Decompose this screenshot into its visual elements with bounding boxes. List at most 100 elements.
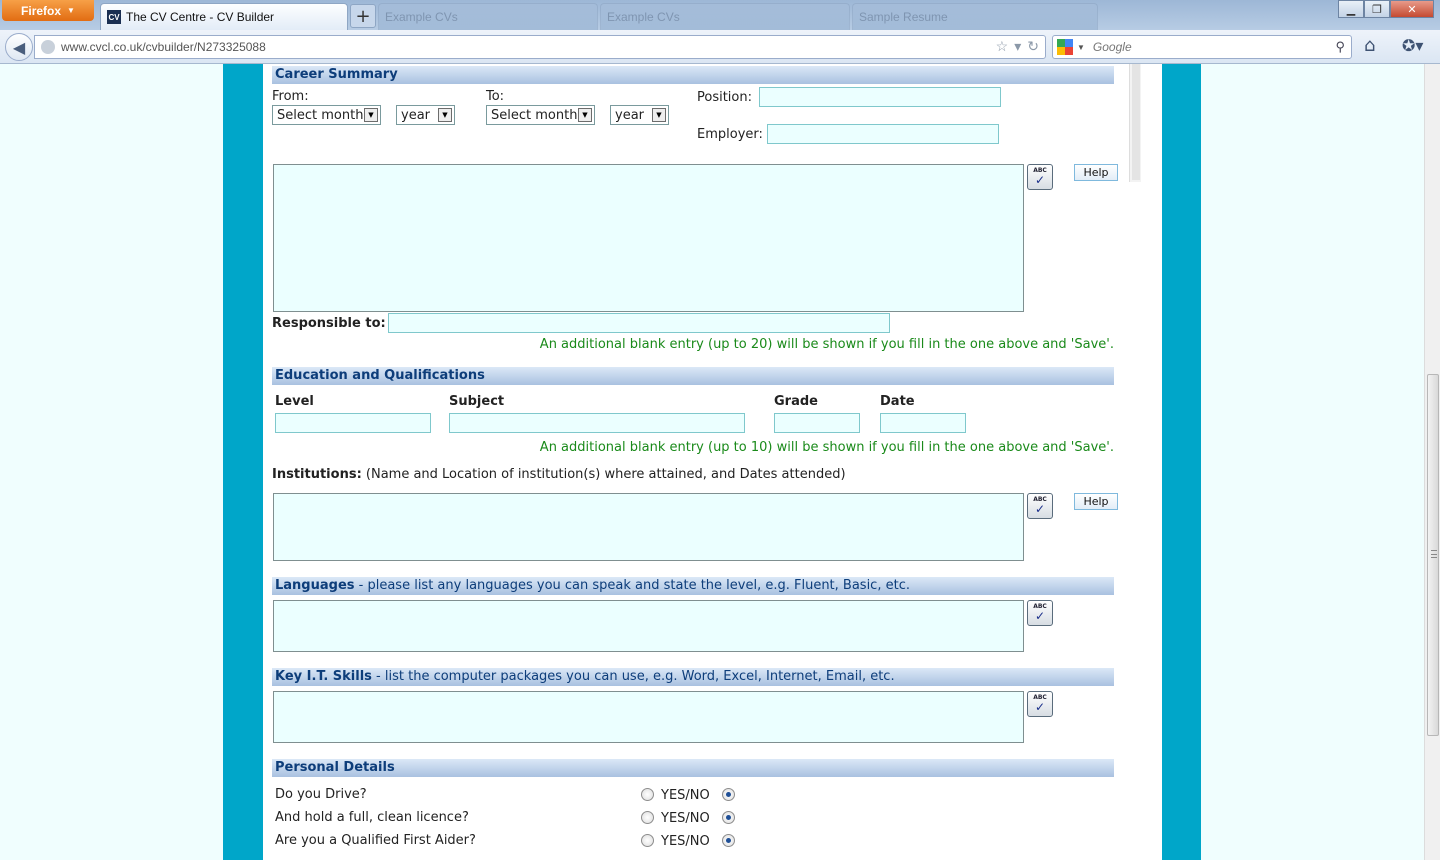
date-input[interactable]: [880, 413, 966, 433]
institutions-label-row: Institutions: (Name and Location of inst…: [272, 467, 846, 482]
help-label: Help: [1083, 495, 1109, 508]
yesno-label: YES/NO: [661, 811, 710, 826]
spellcheck-button[interactable]: ABC ✓: [1027, 691, 1053, 717]
drive-no-radio[interactable]: [722, 788, 735, 801]
licence-yes-radio[interactable]: [641, 811, 654, 824]
dropdown-arrow-icon: ▼: [438, 108, 452, 122]
globe-icon: [41, 40, 55, 54]
to-month-select[interactable]: Select month ▼: [486, 105, 595, 125]
inner-scrollbar-thumb[interactable]: [1132, 64, 1140, 180]
section-header-languages: Languages - please list any languages yo…: [272, 577, 1114, 595]
position-input[interactable]: [759, 87, 1001, 107]
checkmark-icon: ✓: [1034, 609, 1046, 623]
urlbar-tools: ☆ ▾ ↻: [996, 38, 1039, 55]
subject-input[interactable]: [449, 413, 745, 433]
spellcheck-button[interactable]: ABC ✓: [1027, 164, 1053, 190]
minimize-button[interactable]: ▁: [1338, 0, 1364, 18]
column-date: Date: [880, 394, 915, 409]
back-button[interactable]: ◀: [5, 33, 33, 61]
reload-icon[interactable]: ↻: [1027, 38, 1039, 55]
select-value: year: [615, 107, 645, 123]
tab-background-3[interactable]: Sample Resume: [852, 3, 1098, 30]
left-accent-stripe: [223, 64, 263, 860]
google-logo-icon: [1057, 39, 1073, 55]
url-text: www.cvcl.co.uk/cvbuilder/N273325088: [61, 40, 266, 54]
select-value: Select month: [491, 107, 578, 123]
inner-scrollbar[interactable]: [1129, 64, 1141, 182]
level-input[interactable]: [275, 413, 431, 433]
select-value: Select month: [277, 107, 364, 123]
checkmark-icon: ✓: [1034, 502, 1046, 516]
section-title: Personal Details: [275, 760, 395, 775]
spellcheck-button[interactable]: ABC ✓: [1027, 493, 1053, 519]
search-placeholder: Google: [1092, 40, 1132, 54]
from-label: From:: [272, 89, 309, 104]
close-window-button[interactable]: ✕: [1390, 0, 1434, 18]
section-title: Education and Qualifications: [275, 368, 485, 383]
institutions-textarea[interactable]: [273, 493, 1024, 561]
page-scrollbar[interactable]: [1424, 64, 1440, 860]
address-bar[interactable]: www.cvcl.co.uk/cvbuilder/N273325088 ☆ ▾ …: [34, 35, 1046, 59]
close-icon: ✕: [1407, 2, 1417, 16]
tab-background-2[interactable]: Example CVs: [600, 3, 850, 30]
maximize-button[interactable]: ❐: [1364, 0, 1390, 18]
chevron-down-icon: ▼: [67, 6, 75, 15]
section-title: Key I.T. Skills: [275, 669, 372, 684]
right-accent-stripe: [1162, 64, 1201, 860]
home-button[interactable]: ⌂: [1364, 35, 1375, 56]
help-button[interactable]: Help: [1074, 493, 1118, 510]
select-value: year: [401, 107, 431, 123]
arrow-left-icon: ◀: [12, 37, 26, 57]
scrollbar-grip-icon: [1431, 550, 1437, 558]
spellcheck-button[interactable]: ABC ✓: [1027, 600, 1053, 626]
first-aider-no-radio[interactable]: [722, 834, 735, 847]
drive-yes-radio[interactable]: [641, 788, 654, 801]
grade-input[interactable]: [774, 413, 860, 433]
bookmarks-icon: ✪▾: [1402, 36, 1424, 55]
page-scrollbar-thumb[interactable]: [1427, 374, 1439, 736]
cv-form: Career Summary From: Select month ▼ year…: [263, 64, 1162, 860]
search-icon[interactable]: ⚲: [1335, 39, 1345, 55]
responsible-input[interactable]: [388, 313, 890, 333]
checkmark-icon: ✓: [1034, 173, 1046, 187]
new-tab-button[interactable]: +: [350, 4, 376, 28]
career-description-textarea[interactable]: [273, 164, 1024, 312]
tab-background-1[interactable]: Example CVs: [378, 3, 598, 30]
section-subtitle: - please list any languages you can spea…: [354, 578, 910, 593]
it-skills-textarea[interactable]: [273, 691, 1024, 743]
search-engine-dropdown-icon[interactable]: ▼: [1077, 43, 1085, 52]
firefox-menu-button[interactable]: Firefox ▼: [2, 0, 94, 21]
home-icon: ⌂: [1364, 35, 1376, 56]
employer-input[interactable]: [767, 124, 999, 144]
bookmarks-button[interactable]: ✪▾: [1402, 36, 1423, 55]
languages-textarea[interactable]: [273, 600, 1024, 652]
section-header-career: Career Summary: [272, 66, 1114, 84]
yesno-label: YES/NO: [661, 834, 710, 849]
education-additional-entry-note: An additional blank entry (up to 10) wil…: [539, 440, 1114, 455]
licence-no-radio[interactable]: [722, 811, 735, 824]
tab-title: Sample Resume: [859, 10, 948, 24]
first-aider-yes-radio[interactable]: [641, 834, 654, 847]
search-bar[interactable]: ▼ Google ⚲: [1052, 35, 1352, 59]
star-bookmark-icon[interactable]: ☆: [996, 38, 1009, 55]
from-year-select[interactable]: year ▼: [396, 105, 455, 125]
employer-label: Employer:: [697, 127, 763, 142]
section-header-it-skills: Key I.T. Skills - list the computer pack…: [272, 668, 1114, 686]
question-drive-label: Do you Drive?: [275, 787, 367, 802]
section-subtitle: - list the computer packages you can use…: [371, 669, 895, 684]
firefox-menu-label: Firefox: [21, 3, 62, 18]
dropdown-arrow-icon: ▼: [364, 108, 378, 122]
tab-title: The CV Centre - CV Builder: [126, 10, 275, 24]
position-label: Position:: [697, 90, 752, 105]
tab-active[interactable]: CV The CV Centre - CV Builder: [100, 3, 348, 30]
from-month-select[interactable]: Select month ▼: [272, 105, 381, 125]
help-button[interactable]: Help: [1074, 164, 1118, 181]
window-controls: ▁ ❐ ✕: [1338, 0, 1434, 18]
history-dropdown-icon[interactable]: ▾: [1014, 38, 1021, 55]
to-year-select[interactable]: year ▼: [610, 105, 669, 125]
career-additional-entry-note: An additional blank entry (up to 20) wil…: [539, 337, 1114, 352]
section-title: Languages: [275, 578, 355, 593]
dropdown-arrow-icon: ▼: [578, 108, 592, 122]
institutions-label: Institutions:: [272, 467, 362, 482]
question-licence-label: And hold a full, clean licence?: [275, 810, 469, 825]
